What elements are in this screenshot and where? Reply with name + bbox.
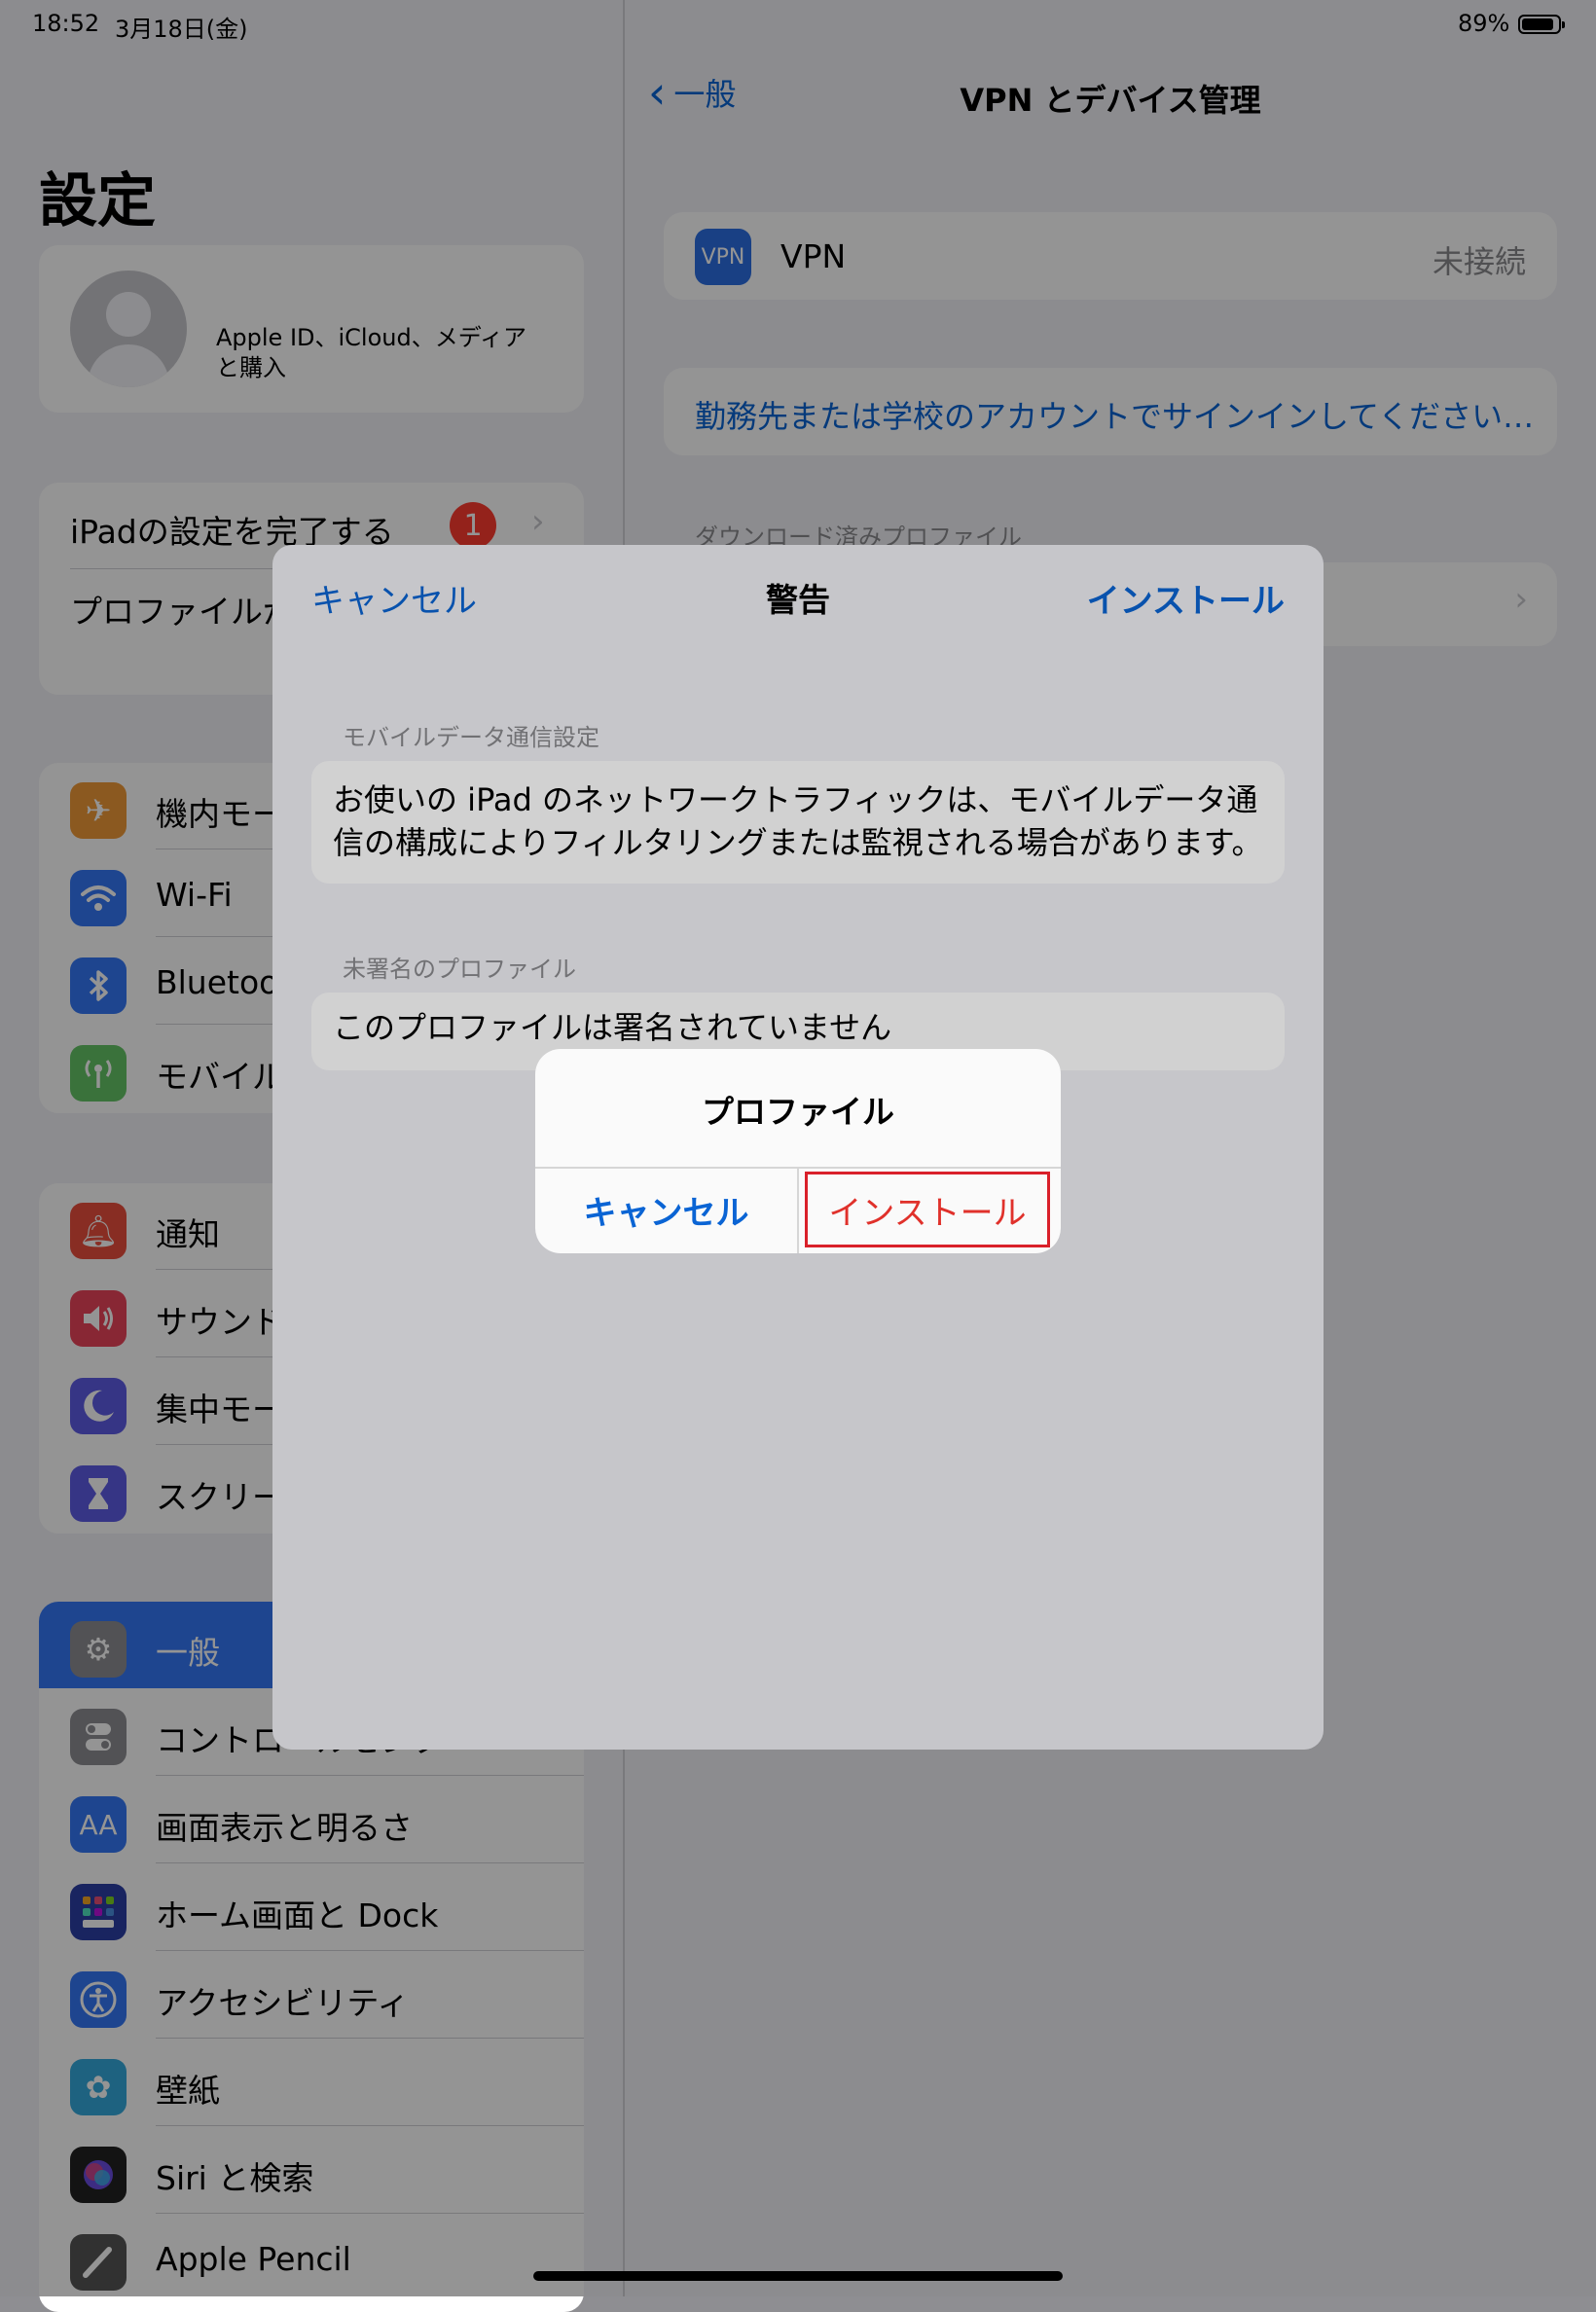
profile-alert: プロファイル キャンセル インストール [535, 1049, 1061, 1253]
alert-cancel-button[interactable]: キャンセル [535, 1167, 797, 1253]
alert-title: プロファイル [702, 1093, 894, 1131]
alert-button-divider [797, 1167, 799, 1253]
home-indicator [533, 2271, 1063, 2281]
alert-install-button[interactable]: インストール [805, 1172, 1050, 1247]
